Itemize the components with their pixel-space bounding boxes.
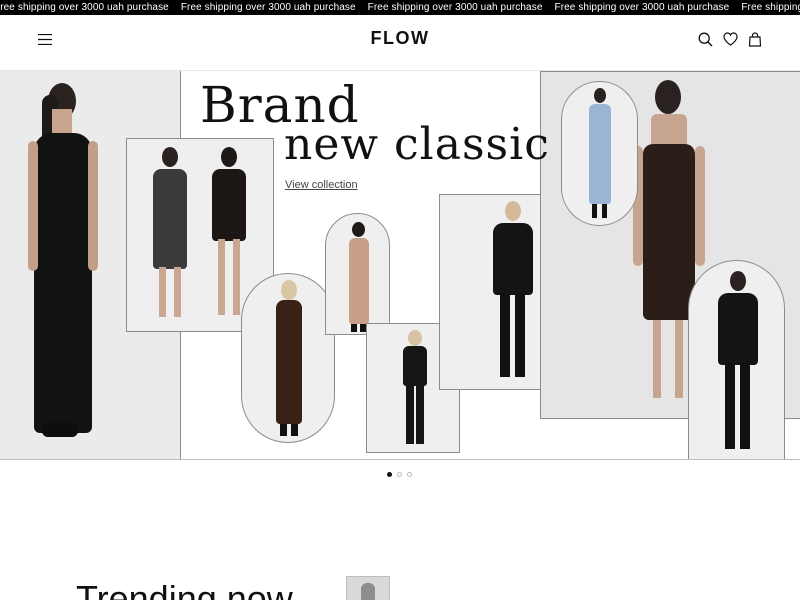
trending-product-thumbnail[interactable]	[346, 576, 390, 600]
carousel-dot-1[interactable]	[387, 472, 392, 477]
hero-photo-blue-dress[interactable]	[561, 81, 638, 226]
carousel-dot-3[interactable]	[407, 472, 412, 477]
hero-headline-line2: new classic	[284, 119, 550, 170]
search-icon[interactable]	[694, 28, 716, 50]
announcement-text: Free shipping over 3000 uah purchase	[741, 2, 800, 13]
hero-photo-beige-dress[interactable]	[325, 213, 390, 335]
site-header: FLOW	[0, 15, 800, 71]
model-figure	[272, 280, 306, 440]
carousel-dot-2[interactable]	[397, 472, 402, 477]
heart-icon[interactable]	[719, 28, 741, 50]
announcement-text: Free shipping over 3000 uah purchase	[180, 2, 356, 13]
shopping-bag-icon[interactable]	[744, 28, 766, 50]
model-figure	[586, 88, 614, 222]
announcement-bar: Free shipping over 3000 uah purchase Fre…	[0, 0, 800, 15]
model-figure	[490, 201, 536, 385]
model-figure	[400, 330, 430, 450]
view-collection-link[interactable]: View collection	[285, 179, 358, 191]
model-figure	[147, 147, 195, 323]
announcement-text: Free shipping over 3000 uah purchase	[0, 2, 169, 13]
announcement-track: Free shipping over 3000 uah purchase Fre…	[0, 0, 800, 15]
model-figure	[346, 222, 372, 334]
announcement-text: Free shipping over 3000 uah purchase	[554, 2, 730, 13]
announcement-text: Free shipping over 3000 uah purchase	[367, 2, 543, 13]
model-figure	[28, 83, 108, 453]
hero-banner: Brand new classic View collection	[0, 71, 800, 460]
hero-photo-suit[interactable]	[688, 260, 785, 459]
site-logo[interactable]: FLOW	[0, 28, 800, 49]
model-figure	[715, 271, 761, 459]
carousel-pagination	[387, 472, 412, 477]
trending-section-title: Trending now	[76, 578, 293, 600]
hero-photo-turtleneck-dress[interactable]	[241, 273, 335, 443]
